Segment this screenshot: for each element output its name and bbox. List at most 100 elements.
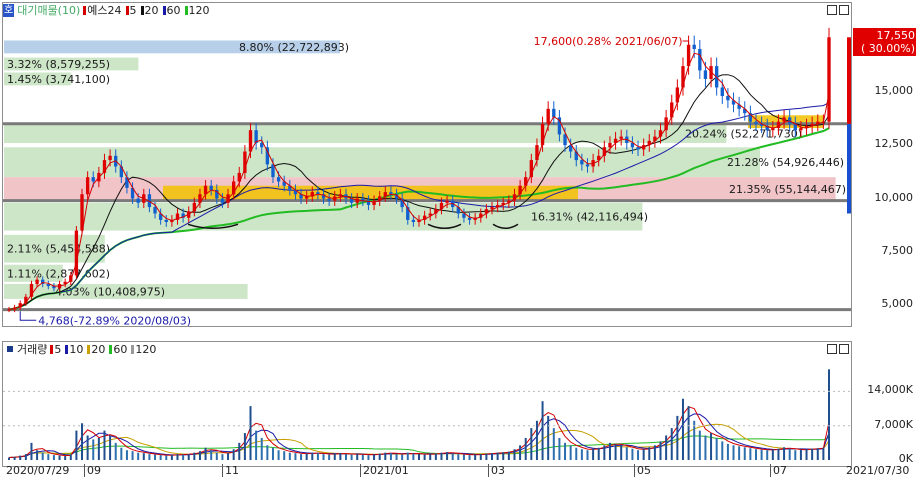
volume-bar [125, 450, 128, 460]
candle-body [91, 177, 95, 182]
volume-bar [423, 454, 426, 460]
volume-bar [597, 447, 600, 460]
volume-bar [575, 447, 578, 460]
x-tick-label: 09 [84, 464, 101, 477]
candle-body [754, 121, 758, 124]
volume-bar [434, 453, 437, 460]
candle-body [720, 87, 724, 97]
volume-profile-label: 4.03% (10,408,975) [55, 285, 165, 298]
candle-body [164, 219, 168, 223]
low-annotation: 4,768(-72.89% 2020/08/03) [38, 314, 191, 326]
volume-bar [401, 454, 404, 460]
candle-body [546, 108, 550, 124]
volume-bar [766, 450, 769, 460]
volume-profile-label: 20.24% (52,271,730) [685, 127, 802, 140]
volume-profile-label: 21.28% (54,926,446) [727, 156, 844, 169]
candle-body [276, 177, 281, 182]
candle-body [74, 230, 79, 276]
candle-body [35, 279, 39, 284]
candle-body [552, 108, 556, 118]
volume-bar [316, 453, 319, 460]
candle-body [782, 117, 786, 122]
price-y-axis: 15,000 12,500 10,000 7,500 5,000 17,550( 30.0… [851, 2, 916, 325]
price-tick-label: 5,000 [881, 297, 914, 311]
candle-body [248, 130, 253, 152]
high-annotation: 17,600(0.28% 2021/06/07) [534, 35, 683, 48]
volume-bar [569, 445, 572, 460]
price-chart: 8.80% (22,722,893) 3.32% (8,579,255) 1.45%… [3, 27, 851, 326]
volume-bar [137, 452, 140, 460]
volume-bar [676, 415, 679, 460]
candle-body [619, 136, 623, 139]
last-price-badge: 17,550( 30.00%) [853, 28, 916, 57]
volume-bar [625, 447, 628, 460]
volume-bar [271, 447, 274, 460]
candle-body [698, 49, 702, 71]
volume-bar [496, 452, 499, 460]
volume-profile-label: 21.35% (55,144,467) [729, 183, 846, 196]
volume-bar [783, 447, 786, 460]
volume-bar [92, 439, 95, 460]
volume-bar [249, 406, 252, 460]
volume-bar [344, 454, 347, 460]
volume-bar [52, 455, 55, 460]
volume-bar [86, 435, 89, 460]
volume-bar [305, 453, 308, 460]
price-tick-label: 15,000 [874, 83, 914, 97]
x-tick-label: 2020/07/29 [6, 464, 70, 477]
volume-bar [170, 455, 173, 460]
candle-body [608, 143, 612, 148]
volume-bar [238, 442, 241, 460]
volume-profile-label: 3.32% (8,579,255) [7, 58, 110, 71]
volume-bar [210, 450, 213, 460]
x-tick-label: 05 [634, 464, 651, 477]
volume-y-axis: 14,000K 7,000K 0K [851, 341, 915, 465]
volume-bar [75, 430, 78, 460]
x-tick-label: 03 [488, 464, 505, 477]
volume-bar [288, 452, 291, 460]
volume-bar [665, 435, 668, 460]
volume-bar [608, 442, 611, 460]
volume-bar [468, 455, 471, 460]
volume-bar [429, 454, 432, 460]
volume-bar [507, 451, 510, 460]
volume-bar [187, 454, 190, 460]
volume-bar [693, 420, 696, 460]
price-tick-label: 10,000 [874, 190, 914, 204]
volume-bar [24, 454, 27, 460]
volume-bar [446, 452, 449, 460]
volume-profile-label: 16.31% (42,116,494) [531, 211, 648, 224]
volume-bar [541, 401, 544, 460]
volume-bar [356, 454, 359, 460]
candle-body [585, 164, 590, 167]
candle-body [703, 70, 708, 79]
volume-bar [159, 455, 162, 460]
volume-bar [81, 423, 84, 460]
volume-bar [799, 449, 802, 460]
volume-bar [811, 448, 814, 460]
candle-body [580, 160, 584, 165]
volume-bar [103, 430, 106, 460]
volume-bar [653, 445, 656, 460]
volume-bar [221, 454, 224, 460]
volume-bar [19, 455, 22, 460]
volume-bar [114, 442, 117, 460]
volume-bar [805, 449, 808, 460]
candle-body [85, 177, 90, 195]
volume-bar [378, 453, 381, 460]
volume-bar [142, 453, 145, 460]
volume-bar [659, 441, 662, 460]
volume-bar [154, 454, 157, 460]
candle-body [524, 177, 528, 186]
volume-chart [3, 369, 851, 460]
candle-body [327, 198, 331, 201]
volume-bar [614, 444, 617, 460]
volume-bar [13, 457, 16, 460]
volume-bar [519, 445, 522, 460]
x-tick-label: 11 [222, 464, 239, 477]
volume-bar [726, 443, 729, 460]
candle-body [636, 147, 640, 150]
volume-bar [451, 453, 454, 460]
volume-bar [631, 448, 634, 460]
volume-bar [732, 445, 735, 460]
